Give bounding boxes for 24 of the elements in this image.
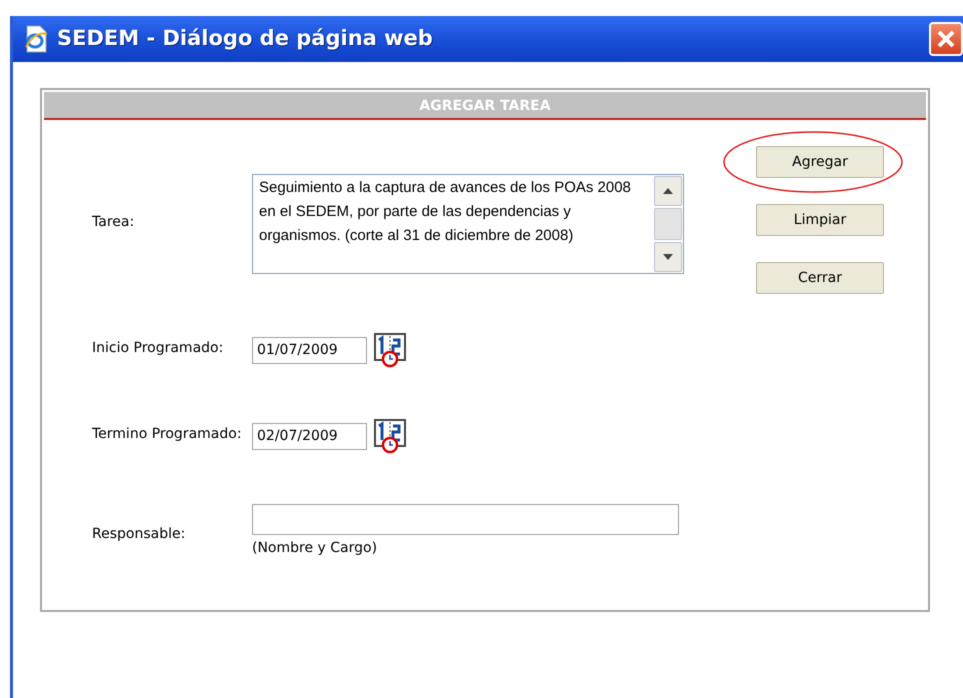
task-textarea[interactable]: Seguimiento a la captura de avances de los POAs 2008 en el SEDEM, por parte de las dependencias y organismos. (corte al 31 de diciembre de 2008) [252,174,684,274]
browser-icon [23,25,49,53]
text-field[interactable] [252,504,679,535]
window-title: SEDEM - Diálogo de página web [57,25,433,52]
close-icon [936,29,956,49]
date-field[interactable]: 02/07/2009 [252,422,367,450]
field-label: Inicio Programado: [91,339,224,358]
hint-text: (Nombre y Cargo) [252,539,378,558]
scroll-thumb[interactable] [654,208,682,240]
date-field[interactable]: 01/07/2009 [252,336,367,364]
action-button[interactable]: Limpiar [756,204,884,236]
scroll-down-button[interactable] [654,242,682,272]
panel-header: AGREGAR TAREA [44,92,926,120]
scroll-up-button[interactable] [654,176,682,206]
calendar-icon[interactable] [373,418,407,454]
action-button[interactable]: Agregar [756,146,884,178]
down-arrow-icon [662,253,674,261]
calendar-icon[interactable] [373,332,407,368]
up-arrow-icon [662,187,674,195]
field-label: Responsable: [91,525,186,544]
field-label: Tarea: [91,213,136,232]
field-label: Termino Programado: [91,425,243,444]
close-button[interactable] [929,22,963,56]
action-button[interactable]: Cerrar [756,262,884,294]
